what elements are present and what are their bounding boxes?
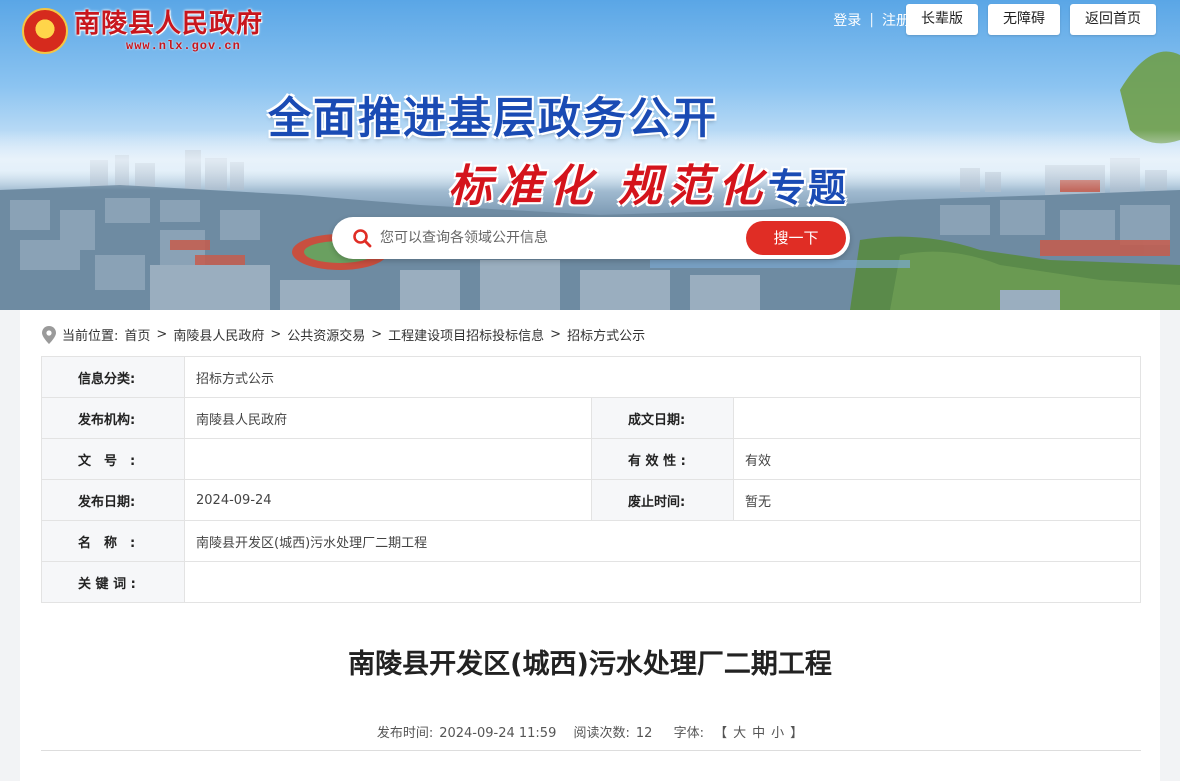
headline-normalization: 规范化 xyxy=(618,161,768,212)
publish-time-label: 发布时间: xyxy=(376,726,434,741)
doc-number-label: 文号: xyxy=(41,438,185,480)
search-button[interactable]: 搜一下 xyxy=(746,221,846,255)
elder-version-button[interactable]: 长辈版 xyxy=(906,4,978,35)
site-logo[interactable]: 南陵县人民政府 www.nlx.gov.cn xyxy=(22,8,263,54)
national-emblem-icon xyxy=(22,8,68,54)
article-meta: 发布时间: 2024-09-24 11:59 阅读次数: 12 字体: 【大中小】 xyxy=(20,722,1160,741)
info-table: 信息分类: 招标方式公示 发布机构: 南陵县人民政府 成文日期: 文号: 有效性… xyxy=(41,356,1141,603)
validity-label: 有效性: xyxy=(591,438,734,480)
banner-headline: 全面推进基层政务公开 xyxy=(268,94,718,144)
breadcrumb: 当前位置: 首页 > 南陵县人民政府 > 公共资源交易 > 工程建设项目招标投标… xyxy=(42,325,645,344)
expire-value: 暂无 xyxy=(733,479,1141,521)
search-icon xyxy=(353,229,372,248)
breadcrumb-arrow: > xyxy=(371,327,383,342)
table-row: 发布日期: 2024-09-24 废止时间: 暂无 xyxy=(41,479,1141,521)
written-date-value xyxy=(733,397,1141,439)
name-value: 南陵县开发区(城西)污水处理厂二期工程 xyxy=(184,520,1141,562)
top-button-group: 长辈版 无障碍 返回首页 xyxy=(896,4,1156,35)
meta-divider xyxy=(41,750,1141,751)
table-row: 信息分类: 招标方式公示 xyxy=(41,356,1141,398)
breadcrumb-current[interactable]: 招标方式公示 xyxy=(567,325,645,344)
search-input[interactable] xyxy=(380,223,730,253)
breadcrumb-county-gov[interactable]: 南陵县人民政府 xyxy=(173,325,264,344)
views-value: 12 xyxy=(635,726,653,741)
table-row: 关键词: xyxy=(41,561,1141,603)
publisher-value: 南陵县人民政府 xyxy=(184,397,592,439)
breadcrumb-bidding-info[interactable]: 工程建设项目招标投标信息 xyxy=(388,325,544,344)
keywords-label: 关键词: xyxy=(41,561,185,603)
breadcrumb-arrow: > xyxy=(270,327,282,342)
auth-divider: | xyxy=(869,12,874,28)
article-title: 南陵县开发区(城西)污水处理厂二期工程 xyxy=(348,649,832,680)
login-link[interactable]: 登录 xyxy=(833,10,861,30)
header-banner: 南陵县人民政府 www.nlx.gov.cn 登录 | 注册 长辈版 无障碍 返… xyxy=(0,0,1180,310)
site-url: www.nlx.gov.cn xyxy=(126,39,241,53)
name-label: 名称: xyxy=(41,520,185,562)
validity-value: 有效 xyxy=(733,438,1141,480)
breadcrumb-public-resources[interactable]: 公共资源交易 xyxy=(287,325,365,344)
content-panel: 当前位置: 首页 > 南陵县人民政府 > 公共资源交易 > 工程建设项目招标投标… xyxy=(20,310,1160,781)
written-date-label: 成文日期: xyxy=(591,397,734,439)
category-label: 信息分类: xyxy=(41,356,185,398)
headline-topic: 专题 xyxy=(768,166,849,210)
category-value: 招标方式公示 xyxy=(184,356,1141,398)
doc-number-value xyxy=(184,438,592,480)
font-bracket-close: 】 xyxy=(790,726,804,741)
publish-date-value: 2024-09-24 xyxy=(184,479,592,521)
breadcrumb-home[interactable]: 首页 xyxy=(124,325,150,344)
publish-date-label: 发布日期: xyxy=(41,479,185,521)
site-title: 南陵县人民政府 xyxy=(74,9,264,39)
keywords-value xyxy=(184,561,1141,603)
font-bracket-open: 【 xyxy=(714,726,728,741)
table-row: 文号: 有效性: 有效 xyxy=(41,438,1141,480)
headline-standardization: 标准化 xyxy=(448,161,598,212)
publish-time-value: 2024-09-24 11:59 xyxy=(439,726,557,741)
font-small-button[interactable]: 小 xyxy=(771,726,784,741)
font-size-label: 字体: xyxy=(673,726,704,741)
expire-label: 废止时间: xyxy=(591,479,734,521)
breadcrumb-prefix: 当前位置: xyxy=(62,329,119,344)
accessibility-button[interactable]: 无障碍 xyxy=(988,4,1060,35)
font-medium-button[interactable]: 中 xyxy=(752,726,765,741)
banner-subheadline: 标准化 规范化专题 xyxy=(448,150,848,214)
font-large-button[interactable]: 大 xyxy=(733,726,746,741)
publisher-label: 发布机构: xyxy=(41,397,185,439)
breadcrumb-arrow: > xyxy=(550,327,562,342)
views-label: 阅读次数: xyxy=(573,726,630,741)
back-home-button[interactable]: 返回首页 xyxy=(1070,4,1156,35)
breadcrumb-arrow: > xyxy=(156,327,168,342)
search-bar: 搜一下 xyxy=(332,217,850,259)
table-row: 名称: 南陵县开发区(城西)污水处理厂二期工程 xyxy=(41,520,1141,562)
table-row: 发布机构: 南陵县人民政府 成文日期: xyxy=(41,397,1141,439)
location-pin-icon xyxy=(42,325,56,344)
